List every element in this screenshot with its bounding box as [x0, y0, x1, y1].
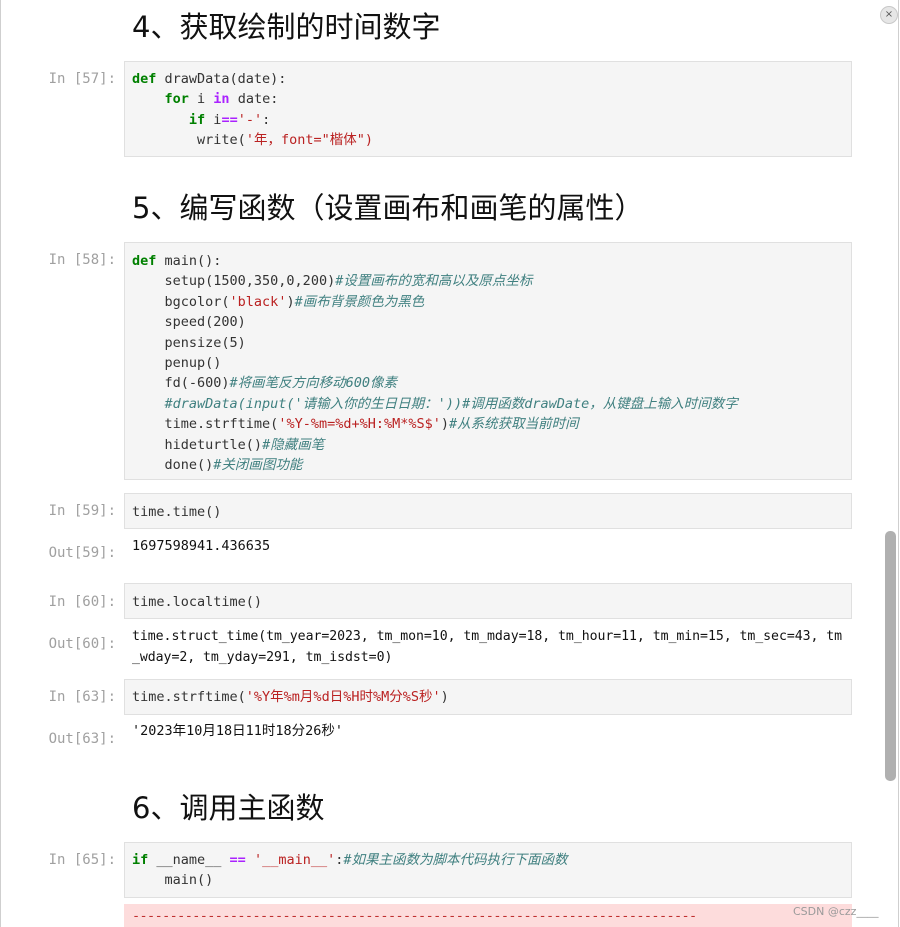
input-prompt: In [57]:	[48, 71, 116, 87]
cell-output: '2023年10月18日11时18分26秒'	[132, 723, 344, 739]
input-prompt: In [58]:	[48, 252, 116, 268]
code-text: if __name__ == '__main__':#如果主函数为脚本代码执行下…	[132, 852, 568, 889]
watermark: CSDN @czz____	[793, 905, 879, 918]
output-prompt: Out[60]:	[48, 636, 116, 652]
section-heading-5: 5、编写函数（设置画布和画笔的属性）	[132, 191, 644, 225]
code-cell-59[interactable]	[124, 493, 852, 529]
error-separator: ----------------------------------------…	[132, 908, 697, 924]
cell-output: time.struct_time(tm_year=2023, tm_mon=10…	[132, 629, 843, 665]
scrollbar-thumb[interactable]	[885, 531, 896, 781]
section-heading-6: 6、调用主函数	[132, 791, 325, 825]
input-prompt: In [63]:	[48, 689, 116, 705]
code-text: def main(): setup(1500,350,0,200)#设置画布的宽…	[132, 253, 738, 474]
output-prompt: Out[59]:	[48, 545, 116, 561]
input-prompt: In [59]:	[48, 503, 116, 519]
input-prompt: In [60]:	[48, 594, 116, 610]
cell-output: 1697598941.436635	[132, 538, 271, 554]
section-heading-4: 4、获取绘制的时间数字	[132, 10, 441, 44]
code-text: time.localtime()	[132, 594, 263, 610]
scrollbar-track[interactable]	[884, 0, 896, 927]
code-text: time.strftime('%Y年%m月%d日%H时%M分%S秒')	[132, 689, 449, 705]
code-text: def drawData(date): for i in date: if i=…	[132, 71, 373, 149]
input-prompt: In [65]:	[48, 852, 116, 868]
output-prompt: Out[63]:	[48, 731, 116, 747]
code-text: time.time()	[132, 504, 222, 520]
